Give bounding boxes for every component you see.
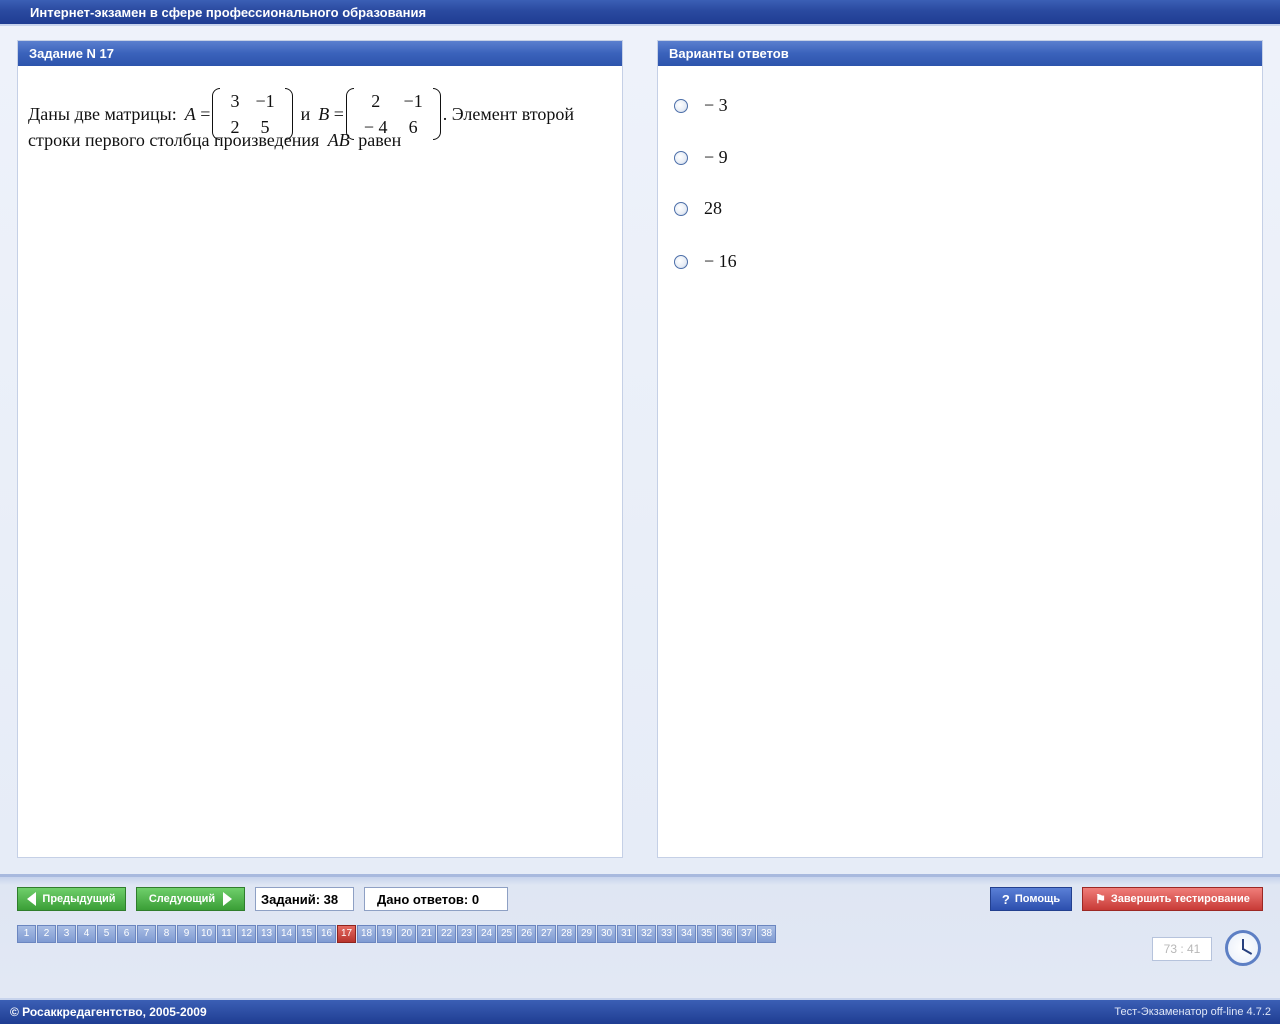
tasks-counter: Заданий: 38 — [255, 887, 354, 911]
page-button[interactable]: 31 — [617, 925, 636, 943]
product-label: AB — [327, 130, 350, 150]
page-button[interactable]: 10 — [197, 925, 216, 943]
page-button[interactable]: 24 — [477, 925, 496, 943]
matrix-b-cell: 2 — [371, 91, 381, 111]
question-icon: ? — [1001, 891, 1010, 907]
question-text: Даны две матрицы: A = 3 −1 25 и B = 2 −1 −… — [18, 66, 622, 186]
page-button[interactable]: 22 — [437, 925, 456, 943]
page-button[interactable]: 8 — [157, 925, 176, 943]
page-button[interactable]: 5 — [97, 925, 116, 943]
answer-label: 28 — [704, 198, 722, 218]
next-label: Следующий — [148, 893, 216, 905]
matrix-a-label: A — [184, 103, 196, 124]
question-header: Задание N 17 — [18, 41, 622, 66]
radio-button[interactable] — [674, 98, 688, 113]
answers-counter: Дано ответов: 0 — [364, 887, 508, 911]
question-line2-end: равен — [358, 130, 402, 150]
matrix-b-label: B — [318, 103, 330, 124]
matrix-b-cell: −1 — [403, 91, 423, 111]
version: Тест-Экзаменатор off-line 4.7.2 — [1114, 1006, 1271, 1018]
page-button[interactable]: 19 — [377, 925, 396, 943]
page-button[interactable]: 35 — [697, 925, 716, 943]
page-button[interactable]: 27 — [537, 925, 556, 943]
copyright: © Росаккредагентство, 2005-2009 — [10, 1005, 207, 1019]
page-button[interactable]: 16 — [317, 925, 336, 943]
answers-panel: Варианты ответов − 3 − 9 28 − 16 — [657, 40, 1263, 858]
radio-button[interactable] — [674, 254, 688, 269]
page-button[interactable]: 15 — [297, 925, 316, 943]
conjunction: и — [300, 103, 311, 124]
question-panel: Задание N 17 Даны две матрицы: A = 3 −1 2… — [17, 40, 623, 858]
next-button[interactable]: Следующий — [136, 887, 245, 911]
page-button[interactable]: 26 — [517, 925, 536, 943]
answers-header: Варианты ответов — [658, 41, 1262, 66]
page-button[interactable]: 36 — [717, 925, 736, 943]
page-button[interactable]: 28 — [557, 925, 576, 943]
question-after: . Элемент второй — [442, 103, 575, 124]
radio-button[interactable] — [674, 150, 688, 165]
page-button[interactable]: 7 — [137, 925, 156, 943]
finish-button[interactable]: ⚑ Завершить тестирование — [1082, 887, 1263, 911]
answer-option[interactable]: − 16 — [674, 251, 737, 272]
timer-display: 73 : 41 — [1152, 937, 1212, 961]
page-button[interactable]: 1 — [17, 925, 36, 943]
answer-option[interactable]: 28 — [674, 198, 722, 219]
prev-label: Предыдущий — [42, 893, 116, 905]
page-button[interactable]: 20 — [397, 925, 416, 943]
page-button[interactable]: 38 — [757, 925, 776, 943]
page-button[interactable]: 18 — [357, 925, 376, 943]
answer-option[interactable]: − 3 — [674, 95, 728, 116]
page-button[interactable]: 32 — [637, 925, 656, 943]
page-button[interactable]: 34 — [677, 925, 696, 943]
page-button[interactable]: 9 — [177, 925, 196, 943]
arrow-left-icon — [27, 892, 37, 906]
page-button[interactable]: 29 — [577, 925, 596, 943]
page-button[interactable]: 21 — [417, 925, 436, 943]
question-intro: Даны две матрицы: — [28, 103, 177, 124]
arrow-right-icon — [223, 892, 233, 906]
page-button[interactable]: 13 — [257, 925, 276, 943]
page-button[interactable]: 12 — [237, 925, 256, 943]
page-button[interactable]: 2 — [37, 925, 56, 943]
question-line2: строки первого столбца произведения — [28, 130, 320, 150]
page-button[interactable]: 3 — [57, 925, 76, 943]
radio-button[interactable] — [674, 201, 688, 216]
matrix-a-cell: −1 — [255, 91, 275, 111]
clock-icon — [1225, 930, 1261, 966]
matrix-a-cell: 3 — [230, 91, 240, 111]
page-button[interactable]: 25 — [497, 925, 516, 943]
help-button[interactable]: ? Помощь — [990, 887, 1072, 911]
window-title: Интернет-экзамен в сфере профессионально… — [30, 5, 427, 20]
page-button[interactable]: 30 — [597, 925, 616, 943]
answer-label: − 3 — [704, 95, 728, 115]
answer-label: − 16 — [704, 251, 737, 271]
answer-label: − 9 — [704, 147, 728, 167]
answer-option[interactable]: − 9 — [674, 147, 728, 168]
page-button[interactable]: 11 — [217, 925, 236, 943]
page-button[interactable]: 4 — [77, 925, 96, 943]
page-button[interactable]: 23 — [457, 925, 476, 943]
finish-label: Завершить тестирование — [1110, 893, 1250, 905]
page-navigator: 1 2 3 4 5 6 7 8 9 10 11 12 13 14 15 16 17 18 19 20 21 22 23 24 2… — [17, 925, 777, 943]
running-man-icon: ⚑ — [1095, 892, 1106, 906]
page-button[interactable]: 33 — [657, 925, 676, 943]
page-button[interactable]: 6 — [117, 925, 136, 943]
help-label: Помощь — [1014, 893, 1061, 905]
prev-button[interactable]: Предыдущий — [17, 887, 126, 911]
title-bar: Интернет-экзамен в сфере профессионально… — [0, 0, 1280, 26]
footer: © Росаккредагентство, 2005-2009 Тест-Экз… — [0, 998, 1280, 1024]
page-button[interactable]: 37 — [737, 925, 756, 943]
page-button[interactable]: 14 — [277, 925, 296, 943]
page-button[interactable]: 17 — [337, 925, 356, 943]
